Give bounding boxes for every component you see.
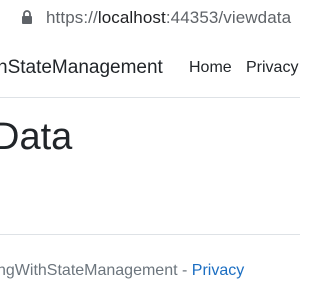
footer-text: ngWithStateManagement - Privacy [0, 261, 244, 281]
navbar: hStateManagement Home Privacy [0, 34, 300, 98]
url-protocol: https:// [46, 8, 98, 27]
nav-link-privacy[interactable]: Privacy [246, 57, 298, 79]
footer: ngWithStateManagement - Privacy [0, 234, 300, 300]
url-path: :44353/viewdata [165, 8, 292, 27]
navbar-brand[interactable]: hStateManagement [0, 56, 163, 80]
lock-icon[interactable] [21, 10, 33, 24]
nav-link-home[interactable]: Home [189, 57, 232, 79]
browser-address-bar[interactable]: https://localhost:44353/viewdata [0, 0, 300, 34]
url-text[interactable]: https://localhost:44353/viewdata [46, 8, 291, 28]
page-title: Data [0, 116, 73, 158]
footer-privacy-link[interactable]: Privacy [192, 262, 244, 279]
url-host: localhost [97, 8, 166, 27]
footer-copyright: ngWithStateManagement - [0, 262, 192, 279]
